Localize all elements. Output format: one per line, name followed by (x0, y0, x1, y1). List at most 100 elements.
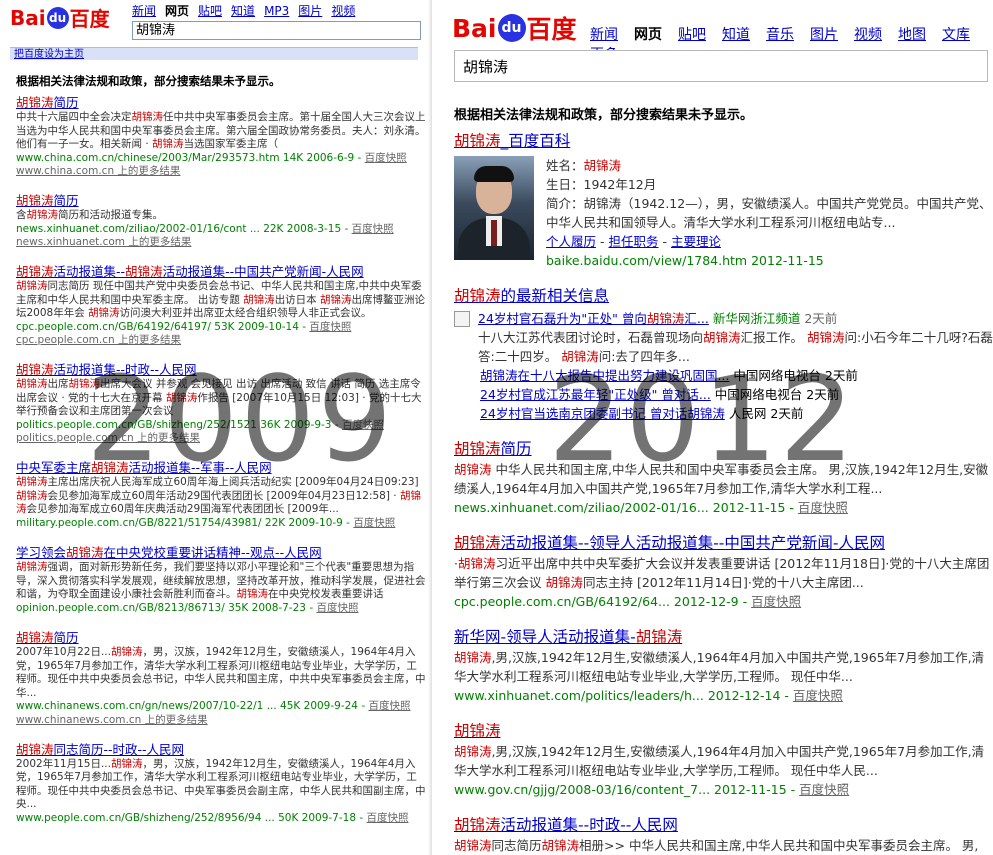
results-list: 胡锦涛_百度百科 姓名：胡锦涛 生日：1942年12月 简介：胡锦涛（1942.… (454, 130, 993, 855)
result-title[interactable]: 胡锦涛同志简历--时政--人民网 (16, 741, 426, 758)
nav-tab[interactable]: 贴吧 (198, 4, 222, 18)
nav-tab[interactable]: 视频 (331, 4, 355, 18)
nav-tab[interactable]: 贴吧 (678, 27, 706, 43)
news-image-icon[interactable] (454, 311, 470, 327)
result-description: 2002年11月15日...胡锦涛，男，汉族，1942年12月生，安徽绩溪人，1… (16, 757, 426, 811)
censorship-notice: 根据相关法律法规和政策，部分搜索结果未予显示。 (454, 108, 754, 123)
birth-value: 1942年12月 (583, 177, 657, 192)
snapshot-link[interactable]: 百度快照 (353, 517, 395, 529)
result-title[interactable]: 中央军委主席胡锦涛活动报道集--军事--人民网 (16, 459, 426, 476)
result-url-line: www.gov.cn/gjjg/2008-03/16/content_7... … (454, 780, 993, 799)
more-results-link[interactable]: www.chinanews.com.cn 上的更多结果 (16, 714, 426, 727)
logo-text-cn: 百度 (69, 7, 110, 31)
result-item: 新华网-领导人活动报道集-胡锦涛 胡锦涛,男,汉族,1942年12月生,安徽绩溪人… (454, 626, 993, 705)
result-title[interactable]: 胡锦涛简历 (454, 438, 993, 460)
result-item: 胡锦涛活动报道集--领导人活动报道集--中国共产党新闻-人民网 ·胡锦涛习近平出席… (454, 532, 993, 611)
news-link[interactable]: 24岁村官成江苏最年轻"正处级" 曾对话... (480, 387, 711, 402)
snapshot-link[interactable]: 百度快照 (352, 223, 394, 235)
news-link[interactable]: 24岁村官石磊升为"正处" 曾向胡锦涛汇... (478, 311, 709, 326)
snapshot-link[interactable]: 百度快照 (793, 688, 843, 703)
more-results-link[interactable]: politics.people.com.cn 上的更多结果 (16, 432, 426, 445)
nav-tab[interactable]: 音乐 (766, 27, 794, 43)
nav-tab[interactable]: MP3 (264, 4, 289, 18)
result-url: opinion.people.com.cn/GB/8213/86713/ 35K… (16, 601, 317, 614)
nav-tab[interactable]: 新闻 (590, 27, 618, 43)
nav-tab[interactable]: 知道 (722, 27, 750, 43)
result-url-line: www.xinhuanet.com/politics/leaders/h... … (454, 686, 993, 705)
name-label: 姓名： (546, 158, 584, 173)
result-title[interactable]: 胡锦涛活动报道集--时政--人民网 (16, 361, 426, 378)
name-value: 胡锦涛 (583, 158, 622, 173)
result-title[interactable]: 新华网-领导人活动报道集-胡锦涛 (454, 626, 993, 648)
result-title[interactable]: 胡锦涛活动报道集--胡锦涛活动报道集--中国共产党新闻-人民网 (16, 263, 426, 280)
result-description: 中共十六届四中全会决定胡锦涛任中共中央军事委员会主席。第十届全国人大三次会议上当… (16, 111, 426, 150)
nav-tab[interactable]: 图片 (810, 27, 838, 43)
birth-label: 生日： (546, 177, 584, 192)
news-link[interactable]: 24岁村官当选南京团委副书记 曾对话胡锦涛 (480, 406, 725, 421)
snapshot-link[interactable]: 百度快照 (368, 700, 410, 712)
snapshot-link[interactable]: 百度快照 (309, 321, 351, 333)
baidu-logo[interactable]: Bai du 百度 (10, 3, 110, 32)
baidu-logo[interactable]: Bai du 百度 (452, 10, 577, 46)
snapshot-link[interactable]: 百度快照 (798, 500, 848, 515)
snapshot-link[interactable]: 百度快照 (365, 152, 407, 164)
panel-2009: Bai du 百度 新闻 网页 贴吧 知道 MP3 图片 视频 胡锦涛 把百度设为主页 根据… (0, 0, 432, 855)
result-url: politics.people.com.cn/GB/shizheng/252/1… (16, 418, 342, 431)
more-results-link[interactable]: www.china.com.cn 上的更多结果 (16, 165, 426, 178)
result-title[interactable]: 胡锦涛简历 (16, 192, 426, 209)
result-title[interactable]: 胡锦涛简历 (16, 94, 426, 111)
news-source: 中国网络电视台 (733, 368, 821, 383)
nav-tab[interactable]: 视频 (854, 27, 882, 43)
news-desc: 十八大江苏代表团讨论时，石磊曾现场向胡锦涛汇报工作。 胡锦涛问:小石今年二十几呀… (478, 330, 993, 364)
nav-tab[interactable]: 文库 (942, 27, 970, 43)
news-source: 中国网络电视台 (714, 387, 803, 402)
snapshot-link[interactable]: 百度快照 (799, 782, 849, 797)
news-link[interactable]: 胡锦涛在十八大报告中提出努力建设巩固国... (480, 368, 729, 383)
nav-tab[interactable]: 新闻 (132, 4, 156, 18)
news-top: 24岁村官石磊升为"正处" 曾向胡锦涛汇... 新华网浙江频道 2天前 十八大江… (454, 309, 993, 366)
baike-section-link[interactable]: 主要理论 (671, 234, 721, 249)
snapshot-link[interactable]: 百度快照 (316, 602, 358, 614)
paw-icon: du (497, 14, 526, 42)
news-time: 2天前 (806, 387, 840, 402)
result-title[interactable]: 胡锦涛的最新相关信息 (454, 285, 993, 307)
portrait-photo[interactable] (454, 156, 534, 260)
result-url-line: politics.people.com.cn/GB/shizheng/252/1… (16, 419, 426, 433)
baike-links: 个人履历 - 担任职务 - 主要理论 (546, 234, 721, 249)
baike-result: 胡锦涛_百度百科 姓名：胡锦涛 生日：1942年12月 简介：胡锦涛（1942.… (454, 130, 993, 270)
news-source: 新华网浙江频道 (712, 311, 801, 326)
result-title[interactable]: 胡锦涛活动报道集--领导人活动报道集--中国共产党新闻-人民网 (454, 532, 993, 554)
snapshot-link[interactable]: 百度快照 (751, 594, 801, 609)
result-item: 学习领会胡锦涛在中央党校重要讲话精神--观点--人民网 胡锦涛强调，面对新形势新任… (16, 544, 426, 615)
result-url-line: www.chinanews.com.cn/gn/news/2007/10-22/… (16, 700, 426, 714)
result-title[interactable]: 胡锦涛 (454, 720, 993, 742)
censorship-notice: 根据相关法律法规和政策，部分搜索结果未予显示。 (16, 74, 281, 88)
result-url: www.chinanews.com.cn/gn/news/2007/10-22/… (16, 700, 369, 712)
result-title[interactable]: 胡锦涛简历 (16, 629, 426, 646)
more-results-link[interactable]: cpc.people.com.cn 上的更多结果 (16, 334, 426, 347)
result-description: 胡锦涛,男,汉族,1942年12月生,安徽绩溪人,1964年4月加入中国共产党,… (454, 744, 985, 778)
result-title[interactable]: 胡锦涛活动报道集--时政--人民网 (454, 814, 993, 836)
result-url-line: military.people.com.cn/GB/8221/51754/439… (16, 517, 426, 531)
more-results-link[interactable]: news.xinhuanet.com 上的更多结果 (16, 236, 426, 249)
nav-tab[interactable]: 网页 (634, 27, 662, 43)
result-url: www.xinhuanet.com/politics/leaders/h... … (454, 688, 793, 703)
search-input[interactable]: 胡锦涛 (132, 21, 421, 40)
baike-section-link[interactable]: 担任职务 (608, 234, 658, 249)
result-description: 胡锦涛同志简历胡锦涛相册>> 中华人民共和国主席,中华人民共和国中央军事委员会主… (454, 838, 979, 853)
nav-tab[interactable]: 地图 (898, 27, 926, 43)
intro-label: 简介： (546, 196, 584, 211)
nav-tab[interactable]: 知道 (231, 4, 255, 18)
result-url-line: cpc.people.com.cn/GB/64192/64197/ 53K 20… (16, 321, 426, 335)
result-title[interactable]: 学习领会胡锦涛在中央党校重要讲话精神--观点--人民网 (16, 544, 426, 561)
result-title[interactable]: 胡锦涛_百度百科 (454, 130, 993, 152)
snapshot-link[interactable]: 百度快照 (366, 812, 408, 824)
nav-tab[interactable]: 图片 (298, 4, 322, 18)
result-description: 胡锦涛同志简历 现任中国共产党中央委员会总书记、中华人民共和国主席,中共中央军委… (16, 280, 426, 319)
baike-section-link[interactable]: 个人履历 (546, 234, 596, 249)
search-input[interactable]: 胡锦涛 (454, 50, 988, 82)
snapshot-link[interactable]: 百度快照 (342, 419, 384, 431)
result-description: ·胡锦涛习近平出席中共中央军委扩大会议并发表重要讲话 [2012年11月18日]… (454, 556, 990, 590)
set-homepage-link[interactable]: 把百度设为主页 (10, 47, 418, 60)
nav-tab[interactable]: 网页 (165, 4, 189, 18)
